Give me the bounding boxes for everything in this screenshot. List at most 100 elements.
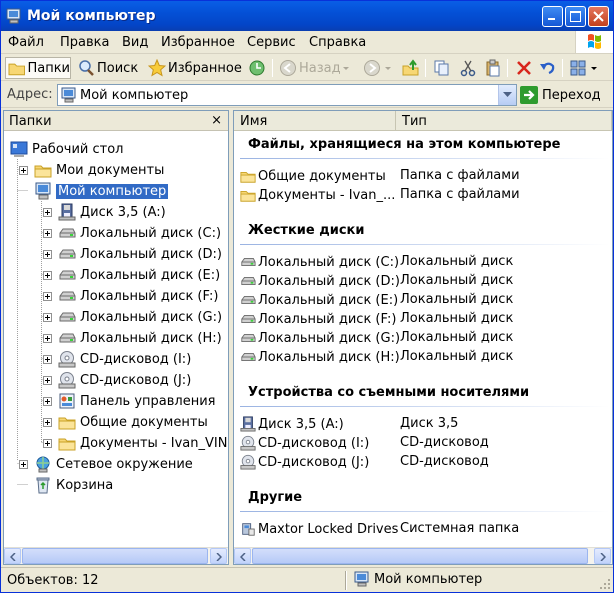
resize-grip-icon[interactable] [599,578,611,590]
expand-toggle[interactable] [43,334,52,343]
network-icon [34,455,52,473]
tree-item[interactable]: Локальный диск (C:) [58,223,221,243]
forward-button[interactable] [361,57,393,79]
tree-item[interactable]: Корзина [34,475,113,495]
tree-item[interactable]: Локальный диск (H:) [58,328,222,348]
expand-toggle[interactable] [43,313,52,322]
list-item[interactable]: Документы - Ivan_... [240,186,395,204]
back-button[interactable]: Назад [277,57,351,79]
history-button[interactable] [246,57,268,79]
go-button[interactable]: Переход [520,84,601,106]
list-item-name: Локальный диск (D:) [258,273,400,289]
move-to-button[interactable] [431,57,453,79]
expand-toggle[interactable] [43,418,52,427]
disk-icon [58,308,76,326]
status-location-label: Мой компьютер [374,571,483,587]
tree-item[interactable]: Мой компьютер [34,181,169,201]
list-item[interactable]: CD-дисковод (I:) [240,434,369,452]
list-item[interactable]: Локальный диск (E:) [240,291,398,309]
undo-button[interactable] [537,57,559,79]
menu-edit[interactable]: Правка [60,35,109,50]
views-button[interactable] [567,57,599,79]
expand-toggle[interactable] [43,292,52,301]
tree-item-label: Документы - Ivan_VIN [80,435,228,451]
scroll-left-button[interactable] [4,548,21,564]
tree-item[interactable]: Диск 3,5 (A:) [58,202,166,222]
disk-icon [240,311,256,327]
title-bar[interactable]: Мой компьютер [1,1,613,31]
list-item-type: CD-дисковод [400,454,489,469]
list-item[interactable]: Локальный диск (H:) [240,348,400,366]
scroll-thumb[interactable] [252,548,588,564]
content-horizontal-scrollbar[interactable] [234,547,612,564]
up-folder-button[interactable] [400,57,422,79]
tree-item[interactable]: Локальный диск (E:) [58,265,220,285]
list-item[interactable]: Maxtor Locked Drives [240,520,398,538]
cut-button[interactable] [457,57,479,79]
chevron-down-icon [385,67,391,70]
list-item-name: Документы - Ivan_... [258,187,396,203]
scroll-right-button[interactable] [210,548,227,564]
close-button[interactable] [588,6,609,27]
menu-favorites[interactable]: Избранное [161,35,235,50]
scroll-thumb[interactable] [22,548,208,564]
expand-toggle[interactable] [19,166,28,175]
expand-toggle[interactable] [43,397,52,406]
address-input[interactable]: Мой компьютер [57,84,517,106]
scroll-right-button[interactable] [594,548,611,564]
list-item[interactable]: Локальный диск (D:) [240,272,400,290]
address-dropdown-button[interactable] [498,85,516,105]
paste-button[interactable] [482,57,504,79]
tree-item[interactable]: Общие документы [58,412,208,432]
disk-icon [240,349,256,365]
scroll-left-button[interactable] [234,548,251,564]
expand-toggle[interactable] [43,355,52,364]
tree-item[interactable]: Рабочий стол [10,139,123,159]
chevron-down-icon [342,67,349,70]
column-header-type[interactable]: Тип [396,111,612,131]
list-item[interactable]: Локальный диск (F:) [240,310,396,328]
tree-item[interactable]: Документы - Ivan_VIN [58,433,227,453]
disk-icon [58,287,76,305]
expand-toggle[interactable] [43,376,52,385]
search-label: Поиск [97,60,139,76]
expand-toggle[interactable] [19,460,28,469]
list-item[interactable]: Локальный диск (G:) [240,329,400,347]
menu-tools[interactable]: Сервис [247,35,296,50]
tree-item[interactable]: Панель управления [58,391,216,411]
menu-bar: Файл Правка Вид Избранное Сервис Справка [1,31,613,54]
tree-item[interactable]: CD-дисковод (I:) [58,349,191,369]
folder-icon [58,413,76,431]
list-item[interactable]: Общие документы [240,167,386,185]
tree-item-label: Локальный диск (E:) [80,267,221,283]
list-item[interactable]: Диск 3,5 (A:) [240,415,344,433]
search-button[interactable]: Поиск [75,57,138,79]
minimize-button[interactable] [542,6,563,27]
tree-item[interactable]: Локальный диск (F:) [58,286,218,306]
expand-toggle[interactable] [43,439,52,448]
menu-view[interactable]: Вид [122,35,148,50]
list-item[interactable]: CD-дисковод (J:) [240,453,369,471]
tree-item-label: Мои документы [56,162,165,178]
maximize-button[interactable] [565,6,586,27]
column-header-name[interactable]: Имя [234,111,396,131]
list-item-type: Локальный диск [400,273,514,288]
expand-toggle[interactable] [43,229,52,238]
expand-toggle[interactable] [43,250,52,259]
tree-item[interactable]: Мои документы [34,160,164,180]
menu-file[interactable]: Файл [8,35,44,50]
list-item[interactable]: Локальный диск (C:) [240,253,399,271]
tree-item[interactable]: Локальный диск (G:) [58,307,222,327]
tree-item[interactable]: Сетевое окружение [34,454,193,474]
favorites-button[interactable]: Избранное [146,57,242,79]
tree-item[interactable]: Локальный диск (D:) [58,244,222,264]
expand-toggle[interactable] [43,208,52,217]
tree-item[interactable]: CD-дисковод (J:) [58,370,191,390]
delete-button[interactable] [513,57,535,79]
menu-help[interactable]: Справка [309,35,366,50]
tree-item-label: Панель управления [80,393,216,409]
folders-button[interactable]: Папки [5,57,71,79]
folders-horizontal-scrollbar[interactable] [4,547,228,564]
tree-item-label: CD-дисковод (I:) [80,351,192,367]
expand-toggle[interactable] [43,271,52,280]
